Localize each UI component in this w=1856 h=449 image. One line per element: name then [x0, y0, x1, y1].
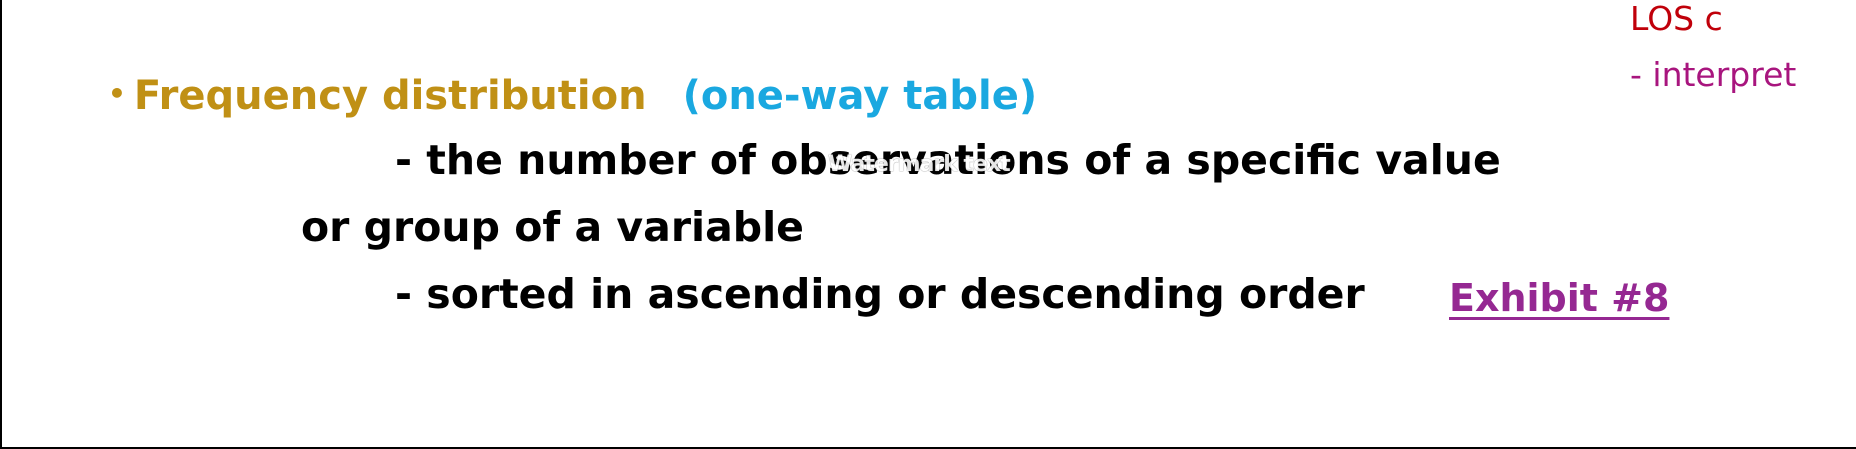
exhibit-link[interactable]: Exhibit #8 — [1449, 279, 1669, 317]
slide-canvas: • Frequency distribution (one-way table) -… — [0, 0, 1856, 449]
heading-row: • Frequency distribution (one-way table) — [108, 76, 1037, 116]
bullet-icon: • — [108, 77, 126, 110]
heading-subtitle: (one-way table) — [682, 73, 1038, 119]
heading-title: Frequency distribution — [133, 73, 647, 119]
los-label: LOS c — [1630, 0, 1723, 38]
body-line-2: or group of a variable — [301, 203, 804, 251]
body-line-3: - sorted in ascending or descending orde… — [395, 270, 1365, 318]
watermark: Watermark text — [828, 152, 1011, 177]
los-action: - interpret — [1630, 55, 1797, 94]
